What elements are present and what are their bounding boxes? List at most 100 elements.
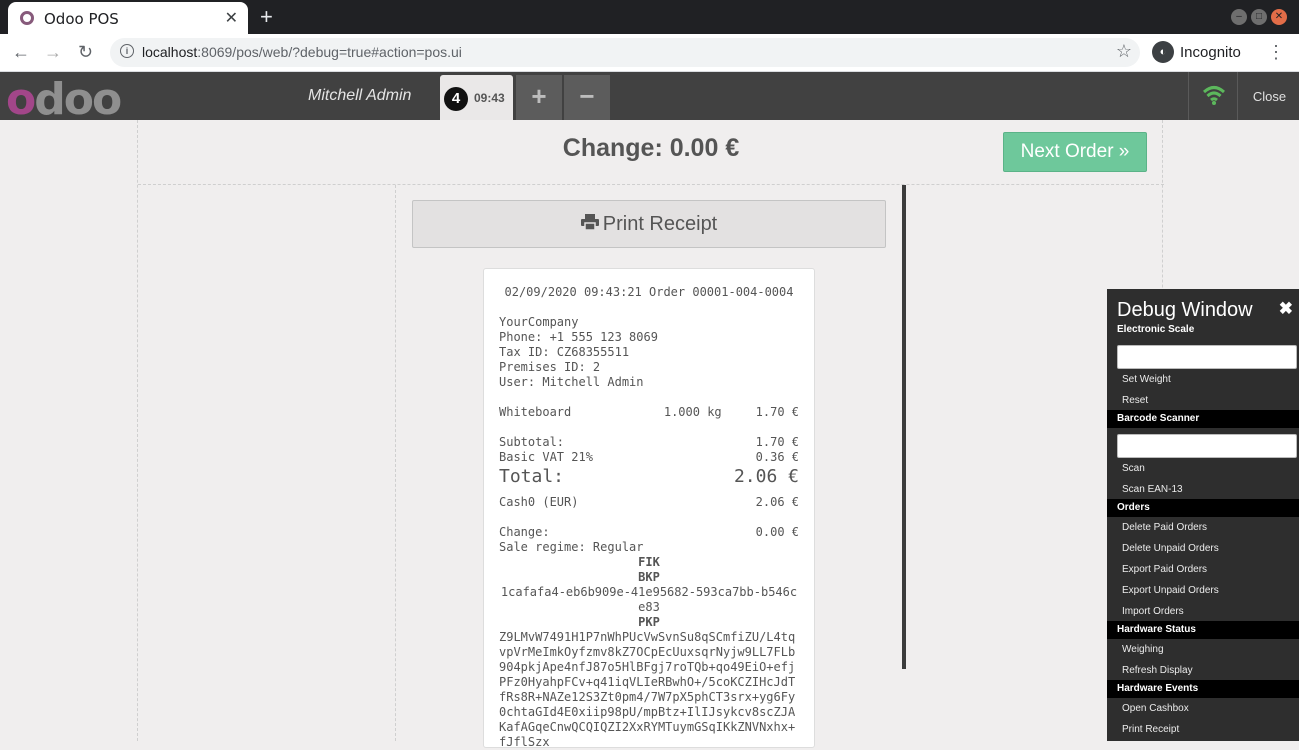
print-receipt-label: Print Receipt — [602, 213, 718, 235]
receipt-scrollbar[interactable] — [902, 185, 906, 669]
barcode-section-title: Barcode Scanner — [1107, 410, 1299, 428]
export-unpaid-orders-button[interactable]: Export Unpaid Orders — [1122, 585, 1219, 596]
odoo-logo: odoo — [6, 74, 122, 125]
receipt-user: User: Mitchell Admin — [499, 375, 644, 389]
delete-unpaid-orders-button[interactable]: Delete Unpaid Orders — [1122, 543, 1219, 554]
scan-button[interactable]: Scan — [1122, 463, 1145, 474]
total-value: 2.06 € — [733, 466, 799, 487]
order-time: 09:43 — [474, 91, 505, 105]
receipt-subtotal: Subtotal: 1.70 € — [499, 435, 799, 450]
tax-label: Basic VAT 21% — [499, 450, 593, 464]
receipt-tax: Basic VAT 21% 0.36 € — [499, 450, 799, 465]
debug-window: Debug Window ✖ Electronic Scale Set Weig… — [1107, 289, 1299, 741]
debug-close-icon[interactable]: ✖ — [1279, 299, 1293, 319]
logo-letter-o: o — [6, 74, 36, 125]
orderline-price: 1.70 € — [755, 405, 799, 419]
barcode-input[interactable] — [1117, 434, 1297, 458]
fik-label: FIK — [638, 555, 660, 569]
tab-title: Odoo POS — [44, 10, 119, 28]
scale-section-title: Electronic Scale — [1117, 324, 1195, 335]
receipt-total: Total: 2.06 € — [499, 465, 799, 489]
receipt-company: YourCompany — [499, 315, 579, 329]
receipt-premises: Premises ID: 2 — [499, 360, 601, 374]
order-selector-tab[interactable]: 4 09:43 — [440, 75, 513, 120]
tax-value: 0.36 € — [755, 450, 799, 464]
receipt-change: Change: 0.00 € — [499, 525, 799, 540]
subtotal-label: Subtotal: — [499, 435, 565, 449]
window-close-icon[interactable]: ✕ — [1271, 9, 1287, 25]
receipt-tax-id: Tax ID: CZ68355511 — [499, 345, 630, 359]
cashier-name[interactable]: Mitchell Admin — [308, 87, 411, 105]
back-icon[interactable]: ← — [12, 42, 30, 63]
debug-title: Debug Window — [1117, 299, 1253, 321]
total-label: Total: — [499, 466, 565, 487]
orders-section-title: Orders — [1107, 499, 1299, 517]
receipt-screen: Change: 0.00 € Next Order » Print Receip… — [137, 120, 1164, 749]
odoo-favicon-icon — [20, 11, 34, 25]
receipt-orderline: Whiteboard 1.000 kg 1.70 € — [499, 405, 799, 420]
url-path: :8069/pos/web/?debug=true#action=pos.ui — [197, 44, 462, 60]
set-weight-button[interactable]: Set Weight — [1122, 374, 1171, 385]
change-label: Change: — [499, 525, 550, 539]
browser-tabbar: Odoo POS ✕ + – □ ✕ — [0, 0, 1299, 34]
maximize-icon[interactable]: □ — [1251, 9, 1267, 25]
receipt-payment: Cash0 (EUR) 2.06 € — [499, 495, 799, 510]
incognito-label: Incognito — [1180, 43, 1241, 61]
incognito-icon: ◐ — [1152, 41, 1174, 63]
orderline-product: Whiteboard — [499, 405, 572, 419]
site-info-icon[interactable]: i — [120, 44, 134, 58]
weight-input[interactable] — [1117, 345, 1297, 369]
url-host: localhost — [142, 44, 198, 60]
receipt-phone: Phone: +1 555 123 8069 — [499, 330, 658, 344]
pos-receipt: 02/09/2020 09:43:21 Order 00001-004-0004… — [483, 268, 815, 749]
receipt-header-line: 02/09/2020 09:43:21 Order 00001-004-0004 — [504, 285, 794, 299]
printer-icon — [580, 201, 599, 247]
logo-rest: doo — [34, 74, 122, 125]
reload-icon[interactable]: ↻ — [78, 42, 93, 63]
receipt-sale-regime: Sale regime: Regular — [499, 540, 644, 554]
delete-order-button[interactable]: − — [564, 75, 610, 120]
next-order-button[interactable]: Next Order » — [1003, 132, 1147, 172]
pkp-value: Z9LMvW7491H1P7nWhPUcVwSvnSu8qSCmfiZU/L4t… — [499, 630, 796, 749]
change-value: 0.00 € — [755, 525, 799, 539]
pkp-label: PKP — [638, 615, 660, 629]
address-bar[interactable]: i localhost:8069/pos/web/?debug=true#act… — [110, 38, 1140, 67]
subtotal-value: 1.70 € — [755, 435, 799, 449]
window-controls: – □ ✕ — [1231, 9, 1287, 25]
hardware-status-section-title: Hardware Status — [1107, 621, 1299, 639]
wifi-icon — [1202, 86, 1226, 105]
close-pos-button[interactable]: Close — [1240, 89, 1299, 104]
payment-label: Cash0 (EUR) — [499, 495, 579, 509]
import-orders-button[interactable]: Import Orders — [1122, 606, 1184, 617]
browser-menu-icon[interactable]: ⋮ — [1267, 42, 1285, 63]
browser-tab[interactable]: Odoo POS ✕ — [8, 2, 248, 34]
tab-close-icon[interactable]: ✕ — [225, 8, 238, 28]
incognito-indicator[interactable]: ◐ Incognito — [1152, 41, 1241, 63]
open-cashbox-event[interactable]: Open Cashbox — [1122, 703, 1189, 714]
receipt-screen-top: Change: 0.00 € Next Order » — [138, 120, 1164, 185]
receipt-pane: Print Receipt 02/09/2020 09:43:21 Order … — [395, 185, 903, 749]
proxy-status[interactable] — [1188, 72, 1238, 120]
minimize-icon[interactable]: – — [1231, 9, 1247, 25]
hardware-events-section-title: Hardware Events — [1107, 680, 1299, 698]
order-number-badge: 4 — [444, 87, 468, 111]
export-paid-orders-button[interactable]: Export Paid Orders — [1122, 564, 1207, 575]
refresh-display-status[interactable]: Refresh Display — [1122, 665, 1193, 676]
delete-paid-orders-button[interactable]: Delete Paid Orders — [1122, 522, 1207, 533]
reset-weight-button[interactable]: Reset — [1122, 395, 1148, 406]
new-order-button[interactable]: + — [516, 75, 562, 120]
bookmark-star-icon[interactable]: ☆ — [1116, 41, 1132, 62]
orderline-qty: 1.000 kg — [663, 405, 722, 419]
scan-ean13-button[interactable]: Scan EAN-13 — [1122, 484, 1183, 495]
address-url[interactable]: localhost:8069/pos/web/?debug=true#actio… — [142, 44, 462, 60]
bkp-label: BKP — [638, 570, 660, 584]
print-receipt-event[interactable]: Print Receipt — [1122, 724, 1179, 735]
payment-value: 2.06 € — [755, 495, 799, 509]
pos-header: odoo Mitchell Admin 4 09:43 + − Close — [0, 72, 1299, 125]
bkp-value: 1cafafa4-eb6b909e-41e95682-593ca7bb-b546… — [500, 585, 798, 614]
print-receipt-button[interactable]: Print Receipt — [412, 200, 886, 248]
new-tab-icon[interactable]: + — [260, 4, 273, 30]
weighing-status[interactable]: Weighing — [1122, 644, 1164, 655]
browser-navbar: ← → ↻ i localhost:8069/pos/web/?debug=tr… — [0, 34, 1299, 72]
forward-icon[interactable]: → — [44, 42, 62, 63]
